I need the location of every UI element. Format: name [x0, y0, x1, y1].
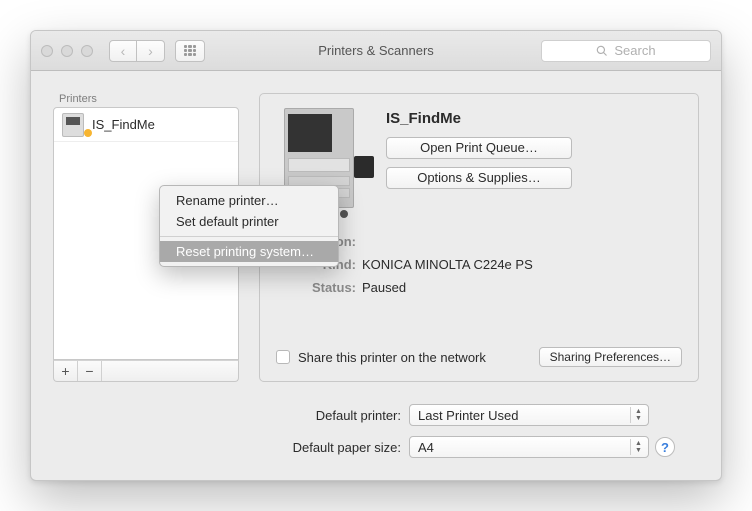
close-window-button[interactable] [41, 45, 53, 57]
default-paper-size-label: Default paper size: [53, 440, 409, 455]
help-button[interactable]: ? [655, 437, 675, 457]
content: Printers IS_FindMe + − [31, 71, 721, 480]
options-supplies-button[interactable]: Options & Supplies… [386, 167, 572, 189]
default-printer-label: Default printer: [53, 408, 409, 423]
printer-item-name: IS_FindMe [92, 117, 155, 132]
titlebar: ‹ › Printers & Scanners Search [31, 31, 721, 71]
select-arrows-icon: ▲▼ [630, 439, 646, 455]
printers-heading: Printers [53, 93, 239, 107]
minimize-window-button[interactable] [61, 45, 73, 57]
location-value [362, 234, 682, 249]
window-controls [41, 45, 93, 57]
share-printer-label: Share this printer on the network [298, 350, 486, 365]
preferences-window: ‹ › Printers & Scanners Search Printers … [30, 30, 722, 481]
select-arrows-icon: ▲▼ [630, 407, 646, 423]
status-value: Paused [362, 280, 682, 295]
printer-name: IS_FindMe [386, 110, 682, 127]
remove-printer-button[interactable]: − [78, 361, 102, 381]
printer-icon [62, 113, 84, 137]
context-set-default-printer[interactable]: Set default printer [160, 211, 338, 232]
footer: Default printer: Last Printer Used ▲▼ De… [53, 400, 699, 458]
share-row: Share this printer on the network Sharin… [276, 333, 682, 367]
status-label: Status: [276, 280, 362, 295]
grid-icon [184, 45, 196, 57]
search-field[interactable]: Search [541, 40, 711, 62]
printer-list-item[interactable]: IS_FindMe [54, 108, 238, 142]
context-separator [160, 236, 338, 237]
default-paper-size-value: A4 [418, 440, 434, 455]
add-printer-button[interactable]: + [54, 361, 78, 381]
share-printer-checkbox[interactable] [276, 350, 290, 364]
open-print-queue-button[interactable]: Open Print Queue… [386, 137, 572, 159]
default-printer-value: Last Printer Used [418, 408, 518, 423]
zoom-window-button[interactable] [81, 45, 93, 57]
default-paper-size-select[interactable]: A4 ▲▼ [409, 436, 649, 458]
sharing-preferences-button[interactable]: Sharing Preferences… [539, 347, 682, 367]
back-button[interactable]: ‹ [109, 40, 137, 62]
show-all-button[interactable] [175, 40, 205, 62]
nav-back-forward: ‹ › [109, 40, 165, 62]
context-menu: Rename printer… Set default printer Rese… [159, 185, 339, 267]
context-rename-printer[interactable]: Rename printer… [160, 190, 338, 211]
forward-button[interactable]: › [137, 40, 165, 62]
search-icon [596, 45, 608, 57]
printer-status-dot [84, 129, 92, 137]
kind-value: KONICA MINOLTA C224e PS [362, 257, 682, 272]
add-remove-toolbar: + − [53, 360, 239, 382]
context-reset-printing-system[interactable]: Reset printing system… [160, 241, 338, 262]
search-placeholder: Search [614, 43, 655, 58]
default-printer-select[interactable]: Last Printer Used ▲▼ [409, 404, 649, 426]
